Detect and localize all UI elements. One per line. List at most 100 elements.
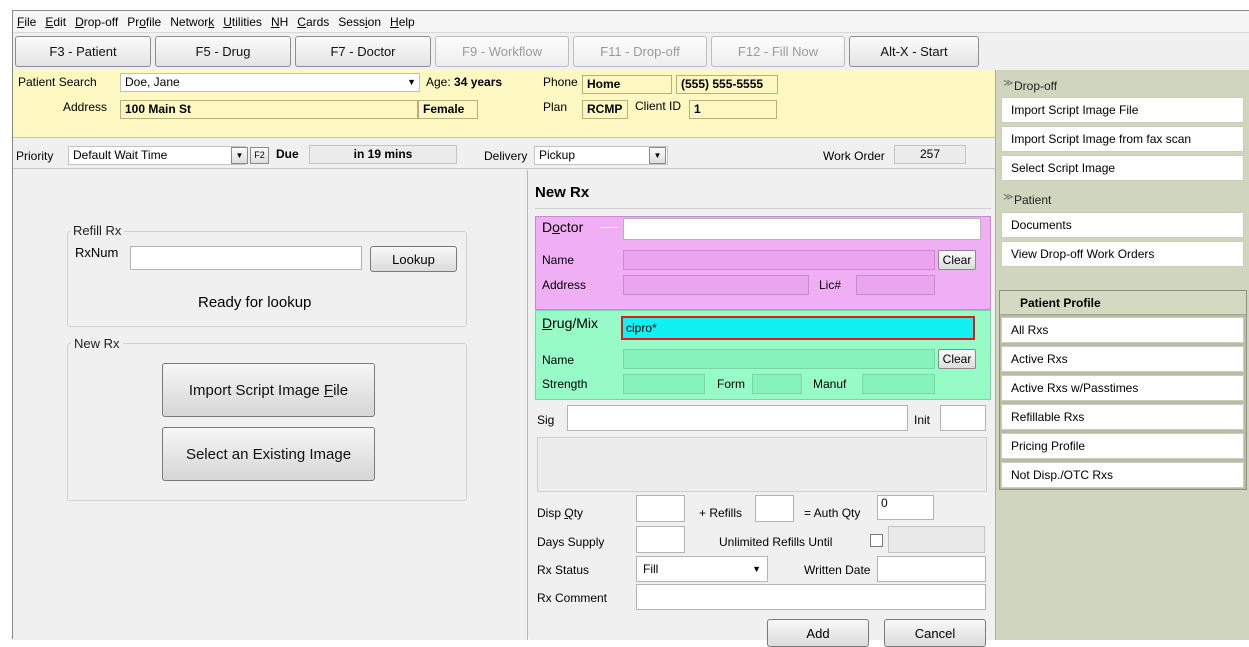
doctor-address-field[interactable] <box>623 275 809 295</box>
rxnum-input[interactable] <box>130 246 362 270</box>
menu-utilities[interactable]: Utilities <box>223 15 262 29</box>
active-rxs-passtimes-link[interactable]: Active Rxs w/Passtimes <box>1001 375 1244 401</box>
doctor-button[interactable]: F7 - Doctor <box>295 36 431 67</box>
view-drop-off-work-orders-link[interactable]: View Drop-off Work Orders <box>1001 241 1244 267</box>
lookup-button[interactable]: Lookup <box>370 246 457 272</box>
menu-network[interactable]: Network <box>170 15 214 29</box>
chevron-double-down-icon: ≫ <box>1003 192 1014 203</box>
f2-button[interactable]: F2 <box>250 147 269 164</box>
phone-field[interactable]: (555) 555-5555 <box>676 75 778 94</box>
menu-help[interactable]: Help <box>390 15 415 29</box>
doctor-search-input[interactable] <box>623 218 981 240</box>
menu-session[interactable]: Session <box>338 15 381 29</box>
unlimited-refills-checkbox[interactable] <box>870 534 883 547</box>
import-script-image-file-link[interactable]: Import Script Image File <box>1001 97 1244 123</box>
doctor-clear-button[interactable]: Clear <box>938 250 976 270</box>
chevron-down-icon: ▼ <box>752 564 761 574</box>
import-script-image-file-button[interactable]: Import Script Image File <box>162 363 375 417</box>
patient-name: Doe, Jane <box>125 75 180 89</box>
refills-input[interactable] <box>755 495 794 522</box>
form-field[interactable] <box>752 374 802 394</box>
doctor-name-label: Name <box>542 253 575 267</box>
days-supply-input[interactable] <box>636 526 685 553</box>
drug-button[interactable]: F5 - Drug <box>155 36 291 67</box>
new-rx-panel: New Rx Doctor Name Clear Address Lic# Dr… <box>529 170 995 647</box>
refillable-rxs-link[interactable]: Refillable Rxs <box>1001 404 1244 430</box>
doctor-section: Doctor Name Clear Address Lic# <box>535 216 991 310</box>
drug-section: Drug/Mix cipro* Name Clear Strength Form… <box>535 310 991 400</box>
priority-select[interactable]: Default Wait Time <box>68 146 246 165</box>
delivery-value: Pickup <box>539 148 576 162</box>
written-date-input[interactable] <box>877 556 986 582</box>
select-script-image-link[interactable]: Select Script Image <box>1001 155 1244 181</box>
active-rxs-link[interactable]: Active Rxs <box>1001 346 1244 372</box>
menu-drop-off[interactable]: Drop-off <box>75 15 118 29</box>
patient-profile-header[interactable]: Patient Profile <box>1000 291 1246 315</box>
sig-label: Sig <box>537 413 555 427</box>
patient-search-input[interactable]: Doe, Jane ▼ <box>120 73 420 92</box>
doctor-name-field[interactable] <box>623 250 935 270</box>
strength-field[interactable] <box>623 374 705 394</box>
chevron-double-down-icon: ≫ <box>1003 78 1014 89</box>
priority-label: Priority <box>16 149 54 163</box>
disp-qty-label: Disp Qty <box>537 506 584 520</box>
patient-button[interactable]: F3 - Patient <box>15 36 151 67</box>
due-field: in 19 mins <box>309 145 457 164</box>
menu-file[interactable]: File <box>17 15 36 29</box>
cancel-button[interactable]: Cancel <box>884 619 986 647</box>
phone-label: Phone <box>543 75 578 89</box>
manuf-field[interactable] <box>862 374 935 394</box>
select-existing-image-button[interactable]: Select an Existing Image <box>162 427 375 481</box>
priority-dropdown-button[interactable]: ▼ <box>231 147 248 164</box>
plan-label: Plan <box>543 100 568 114</box>
auth-qty-input[interactable]: 0 <box>877 495 934 520</box>
rx-comment-input[interactable] <box>636 584 986 610</box>
all-rxs-link[interactable]: All Rxs <box>1001 317 1244 343</box>
menu-edit[interactable]: Edit <box>45 15 66 29</box>
address-field[interactable]: 100 Main St <box>120 100 418 119</box>
documents-link[interactable]: Documents <box>1001 212 1244 238</box>
plan-field[interactable]: RCMP <box>582 100 628 119</box>
client-id-label: Client ID <box>635 99 682 113</box>
patient-search-label: Patient Search <box>18 75 97 89</box>
refill-rx-title: Refill Rx <box>70 223 125 238</box>
age-value: 34 years <box>454 75 503 89</box>
drug-clear-button[interactable]: Clear <box>938 349 976 369</box>
add-button[interactable]: Add <box>767 619 869 647</box>
pricing-profile-link[interactable]: Pricing Profile <box>1001 433 1244 459</box>
menu-nh[interactable]: NH <box>271 15 288 29</box>
fill-now-button[interactable]: F12 - Fill Now <box>711 36 845 67</box>
menu-cards[interactable]: Cards <box>297 15 329 29</box>
gender-field[interactable]: Female <box>418 100 478 119</box>
lic-label: Lic# <box>819 278 842 292</box>
client-id-field[interactable]: 1 <box>689 100 777 119</box>
menu-bar: File Edit Drop-off Profile Network Utili… <box>13 11 1249 33</box>
rx-status-label: Rx Status <box>537 563 590 577</box>
new-rx-title: New Rx <box>535 184 590 201</box>
start-button[interactable]: Alt-X - Start <box>849 36 979 67</box>
drop-off-header[interactable]: ≫ Drop-off <box>1001 75 1244 97</box>
priority-value: Default Wait Time <box>73 148 168 162</box>
manuf-label: Manuf <box>813 377 847 391</box>
import-fax-scan-link[interactable]: Import Script Image from fax scan <box>1001 126 1244 152</box>
disp-qty-input[interactable] <box>636 495 685 522</box>
rx-status-select[interactable]: Fill ▼ <box>636 556 768 582</box>
days-supply-label: Days Supply <box>537 535 605 549</box>
drug-search-input[interactable]: cipro* <box>621 316 975 340</box>
work-order-field: 257 <box>894 145 966 164</box>
sig-input[interactable] <box>567 405 908 431</box>
due-label: Due <box>276 147 299 161</box>
drug-name-field[interactable] <box>623 349 935 369</box>
not-disp-otc-rxs-link[interactable]: Not Disp./OTC Rxs <box>1001 462 1244 488</box>
drop-off-button[interactable]: F11 - Drop-off <box>573 36 707 67</box>
workflow-button[interactable]: F9 - Workflow <box>435 36 569 67</box>
menu-profile[interactable]: Profile <box>127 15 161 29</box>
lic-field[interactable] <box>856 275 935 295</box>
written-date-label: Written Date <box>804 563 871 577</box>
init-input[interactable] <box>940 405 986 431</box>
phone-type-field[interactable]: Home <box>582 75 672 94</box>
patient-header-link[interactable]: ≫ Patient <box>1001 189 1244 211</box>
chevron-down-icon[interactable]: ▼ <box>407 74 416 91</box>
delivery-select[interactable]: Pickup <box>534 146 668 165</box>
delivery-dropdown-button[interactable]: ▼ <box>649 147 666 164</box>
